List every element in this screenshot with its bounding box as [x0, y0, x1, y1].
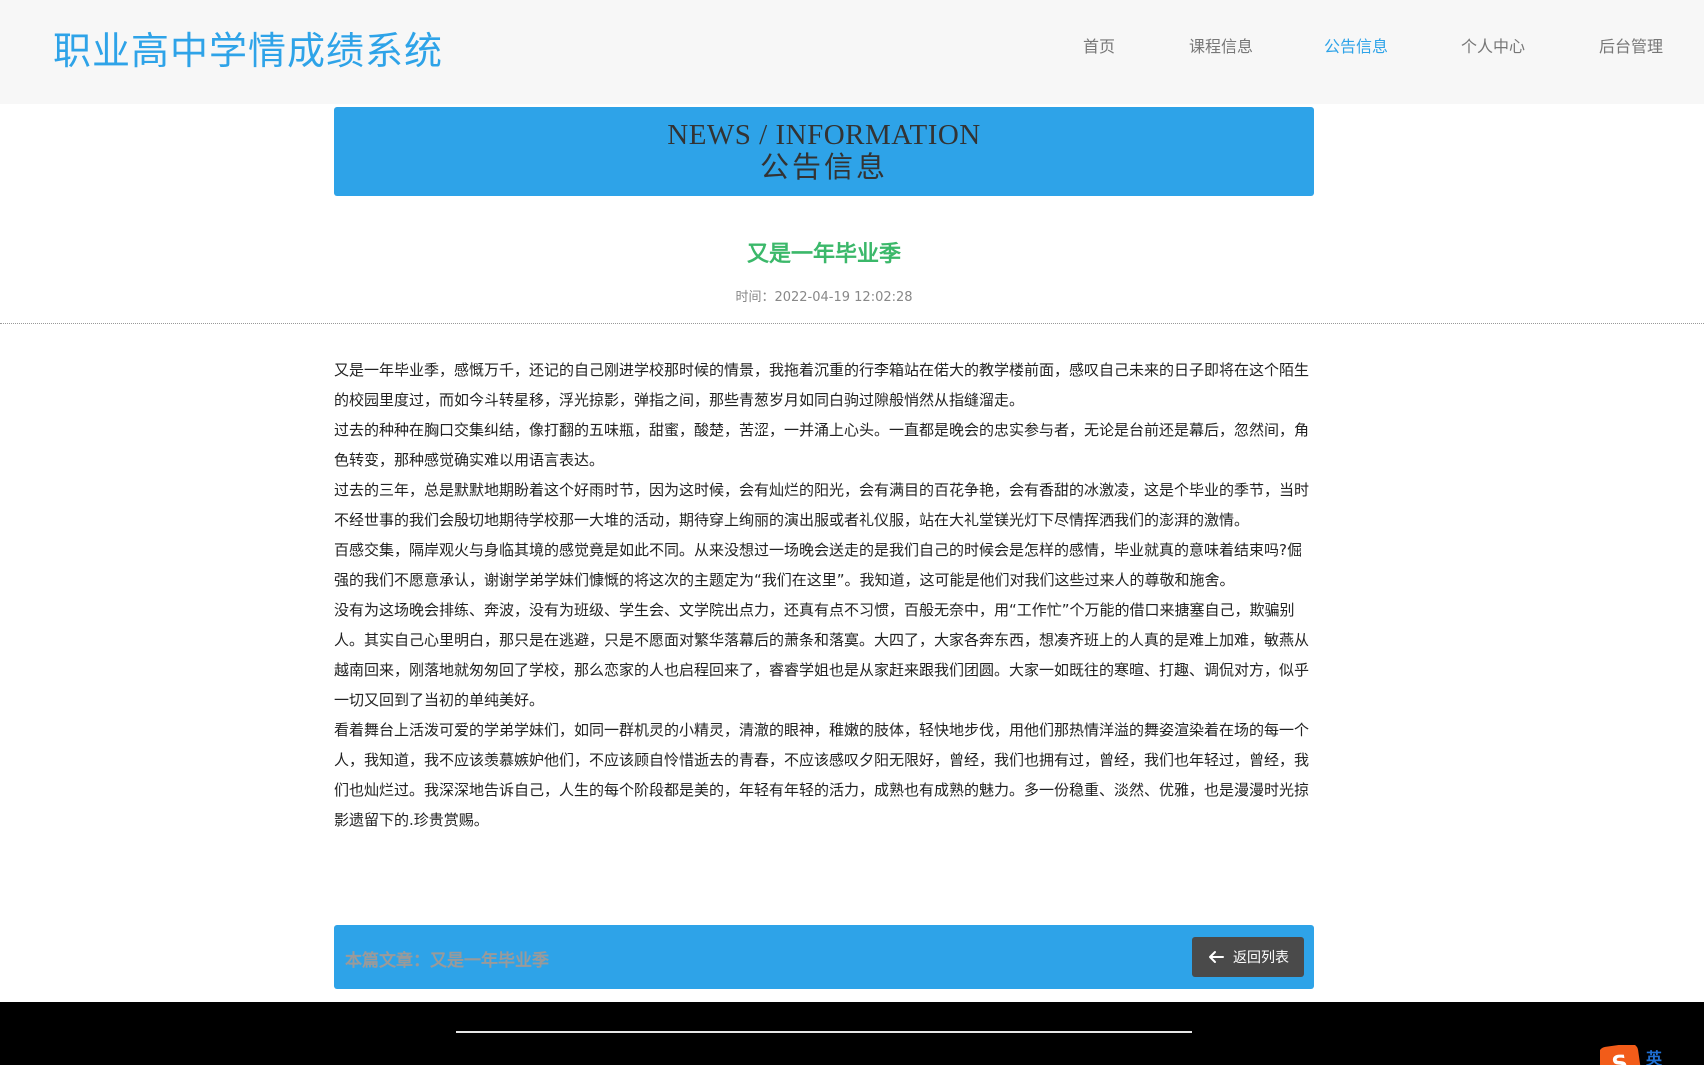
article-paragraph: 又是一年毕业季，感慨万千，还记的自己刚进学校那时候的情景，我拖着沉重的行李箱站在…	[334, 361, 1310, 409]
article-paragraph: 过去的种种在胸口交集纠结，像打翻的五味瓶，甜蜜，酸楚，苦涩，一并涌上心头。一直都…	[334, 421, 1310, 469]
article-footer-bar: 本篇文章：又是一年毕业季 返回列表	[334, 925, 1314, 989]
arrow-left-icon	[1209, 951, 1224, 963]
back-to-list-button[interactable]: 返回列表	[1192, 937, 1304, 977]
input-method-badge[interactable]: S 英	[1600, 1045, 1704, 1065]
banner-title-cn: 公告信息	[759, 152, 888, 184]
current-article-title: 又是一年毕业季	[430, 951, 549, 971]
banner-title-en: NEWS / INFORMATION	[667, 119, 981, 151]
page-footer: S 英	[0, 1002, 1704, 1065]
nav-item-admin[interactable]: 后台管理	[1599, 33, 1663, 57]
article-title: 又是一年毕业季	[746, 242, 901, 267]
article-content: 又是一年毕业季，感慨万千，还记的自己刚进学校那时候的情景，我拖着沉重的行李箱站在…	[334, 355, 1314, 835]
article-paragraph: 没有为这场晚会排练、奔波，没有为班级、学生会、文学院出点力，还真有点不习惯，百般…	[334, 601, 1310, 709]
divider	[0, 323, 1704, 324]
section-banner: NEWS / INFORMATION 公告信息	[334, 107, 1314, 196]
footer-divider	[456, 1031, 1192, 1033]
current-article-prefix: 本篇文章：	[345, 951, 430, 971]
main-nav: 首页 课程信息 公告信息 个人中心 后台管理	[0, 33, 1704, 57]
article-paragraph: 看着舞台上活泼可爱的学弟学妹们，如同一群机灵的小精灵，清澈的眼神，稚嫩的肢体，轻…	[334, 721, 1310, 829]
site-header: 职业高中学情成绩系统 首页 课程信息 公告信息 个人中心 后台管理	[0, 0, 1704, 104]
nav-item-profile[interactable]: 个人中心	[1461, 33, 1525, 57]
time-value: 2022-04-19 12:02:28	[774, 290, 913, 305]
nav-item-announcements[interactable]: 公告信息	[1324, 33, 1388, 57]
article-paragraph: 百感交集，隔岸观火与身临其境的感觉竟是如此不同。从来没想过一场晚会送走的是我们自…	[334, 541, 1302, 589]
ime-language-label: 英	[1646, 1049, 1663, 1065]
back-to-list-label: 返回列表	[1233, 950, 1289, 966]
nav-item-courses[interactable]: 课程信息	[1189, 33, 1253, 57]
sogou-logo-icon: S	[1600, 1045, 1643, 1065]
current-article-label: 本篇文章：又是一年毕业季	[345, 946, 549, 971]
article-time: 时间：2022-04-19 12:02:28	[334, 286, 1314, 305]
time-label: 时间：	[735, 290, 775, 305]
nav-item-home[interactable]: 首页	[1083, 33, 1115, 57]
article-paragraph: 过去的三年，总是默默地期盼着这个好雨时节，因为这时候，会有灿烂的阳光，会有满目的…	[334, 481, 1310, 529]
